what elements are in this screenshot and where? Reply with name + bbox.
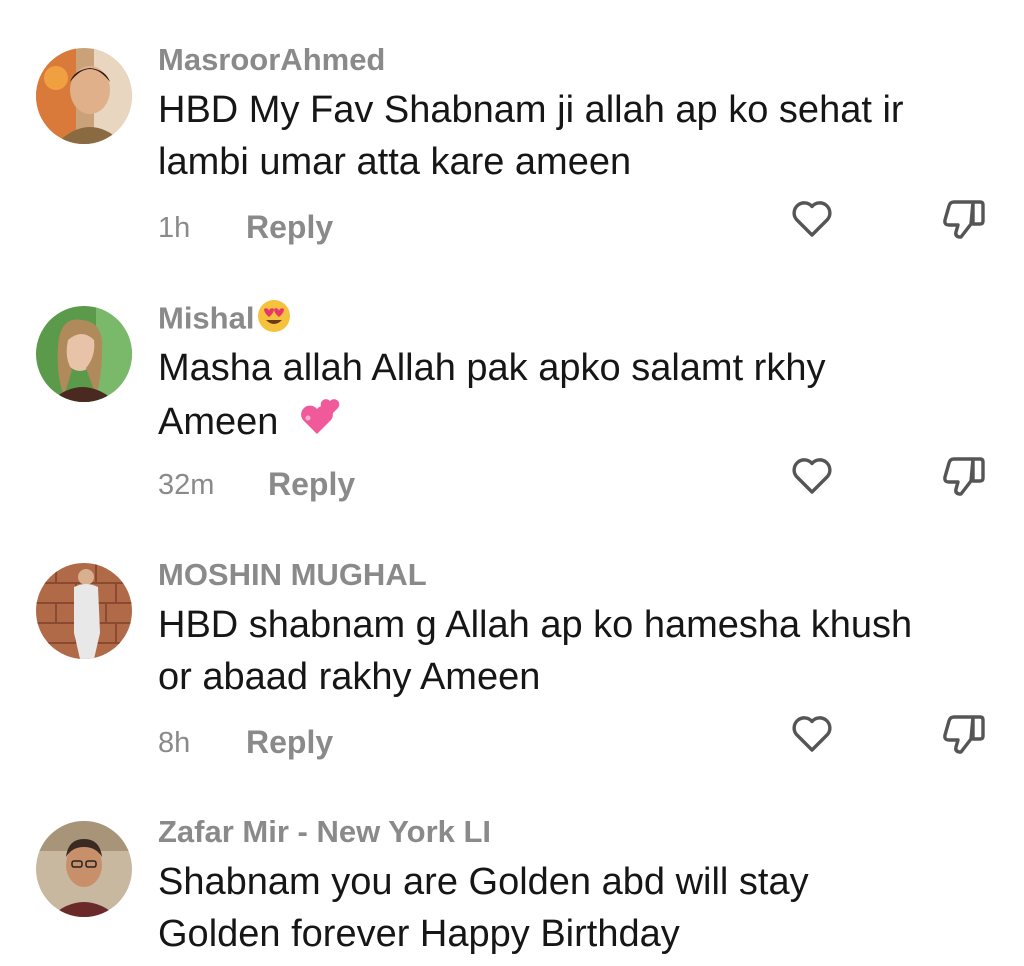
- avatar[interactable]: [36, 48, 132, 144]
- thumbs-down-outline-icon[interactable]: [940, 194, 988, 242]
- comment-text: HBD shabnam g Allah ap ko hamesha khush …: [158, 599, 988, 703]
- comment-text-line: or abaad rakhy Ameen: [158, 656, 541, 698]
- comment-text-line: lambi umar atta kare ameen: [158, 141, 632, 183]
- comment-text-line: Masha allah Allah pak apko salamt rkhy: [158, 347, 826, 389]
- comment-text-line: HBD shabnam g Allah ap ko hamesha khush: [158, 604, 913, 646]
- smiling-face-with-heart-eyes-emoji: [256, 298, 292, 343]
- reply-button[interactable]: Reply: [268, 466, 355, 502]
- username[interactable]: Mishal: [158, 298, 292, 343]
- heart-outline-icon[interactable]: [788, 194, 836, 242]
- comment-text-segment: Ameen: [158, 401, 279, 444]
- username-text: Mishal: [158, 300, 255, 336]
- username[interactable]: MOSHIN MUGHAL: [158, 556, 427, 594]
- avatar[interactable]: [36, 821, 132, 917]
- thumbs-down-outline-icon[interactable]: [940, 451, 988, 499]
- reply-button[interactable]: Reply: [246, 209, 333, 245]
- comment-text: Shabnam you are Golden abd will stay Gol…: [158, 856, 988, 960]
- avatar[interactable]: [36, 563, 132, 659]
- comment-timestamp: 1h: [158, 212, 191, 244]
- thumbs-down-outline-icon[interactable]: [940, 709, 988, 757]
- comment-text-line: Golden forever Happy Birthday: [158, 913, 680, 955]
- comment-text: Masha allah Allah pak apko salamt rkhy A…: [158, 342, 988, 454]
- username[interactable]: MasroorAhmed: [158, 41, 385, 79]
- comment-text-line: Shabnam you are Golden abd will stay: [158, 861, 809, 903]
- avatar[interactable]: [36, 306, 132, 402]
- heart-outline-icon[interactable]: [788, 709, 836, 757]
- comment-text: HBD My Fav Shabnam ji allah ap ko sehat …: [158, 84, 988, 188]
- comment-text-line: HBD My Fav Shabnam ji allah ap ko sehat …: [158, 89, 904, 131]
- comment-timestamp: 8h: [158, 727, 191, 759]
- comment-timestamp: 32m: [158, 469, 215, 501]
- comment-text-line: Ameen: [158, 394, 988, 454]
- heart-outline-icon[interactable]: [788, 451, 836, 499]
- reply-button[interactable]: Reply: [246, 724, 333, 760]
- username[interactable]: Zafar Mir - New York LI: [158, 813, 491, 851]
- two-hearts-emoji: [297, 394, 343, 454]
